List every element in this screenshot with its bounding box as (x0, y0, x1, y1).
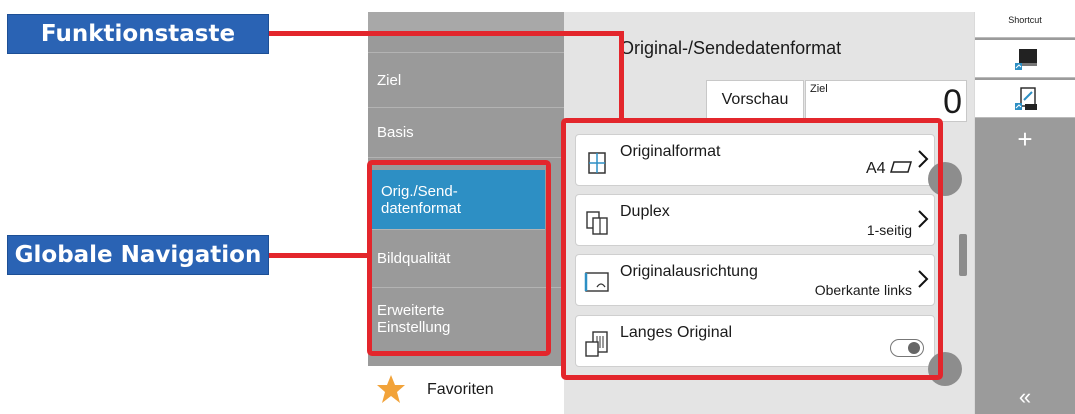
connector-line (619, 31, 624, 119)
sidebar-item-ziel[interactable]: Ziel (368, 52, 564, 108)
shortcut-button-1[interactable] (975, 40, 1075, 78)
shortcut-panel: Shortcut + « (975, 12, 1075, 414)
add-shortcut-button[interactable]: + (1017, 124, 1032, 155)
favorites-button[interactable]: Favoriten (368, 366, 564, 414)
scrollbar-thumb[interactable] (959, 234, 967, 276)
sidebar-item-basis[interactable]: Basis (368, 108, 564, 158)
star-icon (377, 375, 405, 403)
function-key-highlight (561, 118, 943, 380)
callout-global-navigation: Globale Navigation (7, 235, 269, 275)
destination-label: Ziel (810, 83, 828, 95)
global-navigation-highlight (367, 160, 551, 356)
page-title: Original-/Sendedatenformat (620, 38, 842, 58)
destination-box[interactable]: Ziel 0 (805, 80, 967, 122)
document-shortcut-icon (1015, 87, 1037, 110)
favorites-label: Favoriten (427, 381, 494, 398)
connector-line (269, 31, 624, 36)
destination-count: 0 (943, 83, 962, 121)
sidebar-item-label: Ziel (377, 71, 402, 89)
shortcut-button-2[interactable] (975, 80, 1075, 118)
sidebar-item-label: Basis (377, 124, 414, 141)
collapse-panel-button[interactable]: « (1019, 384, 1031, 410)
connector-line (269, 253, 369, 258)
scan-shortcut-icon (1015, 49, 1037, 70)
shortcut-header: Shortcut (975, 12, 1075, 38)
preview-tab[interactable]: Vorschau (706, 80, 804, 120)
sidebar-top-strip (368, 12, 564, 32)
callout-function-key: Funktionstaste (7, 14, 269, 54)
